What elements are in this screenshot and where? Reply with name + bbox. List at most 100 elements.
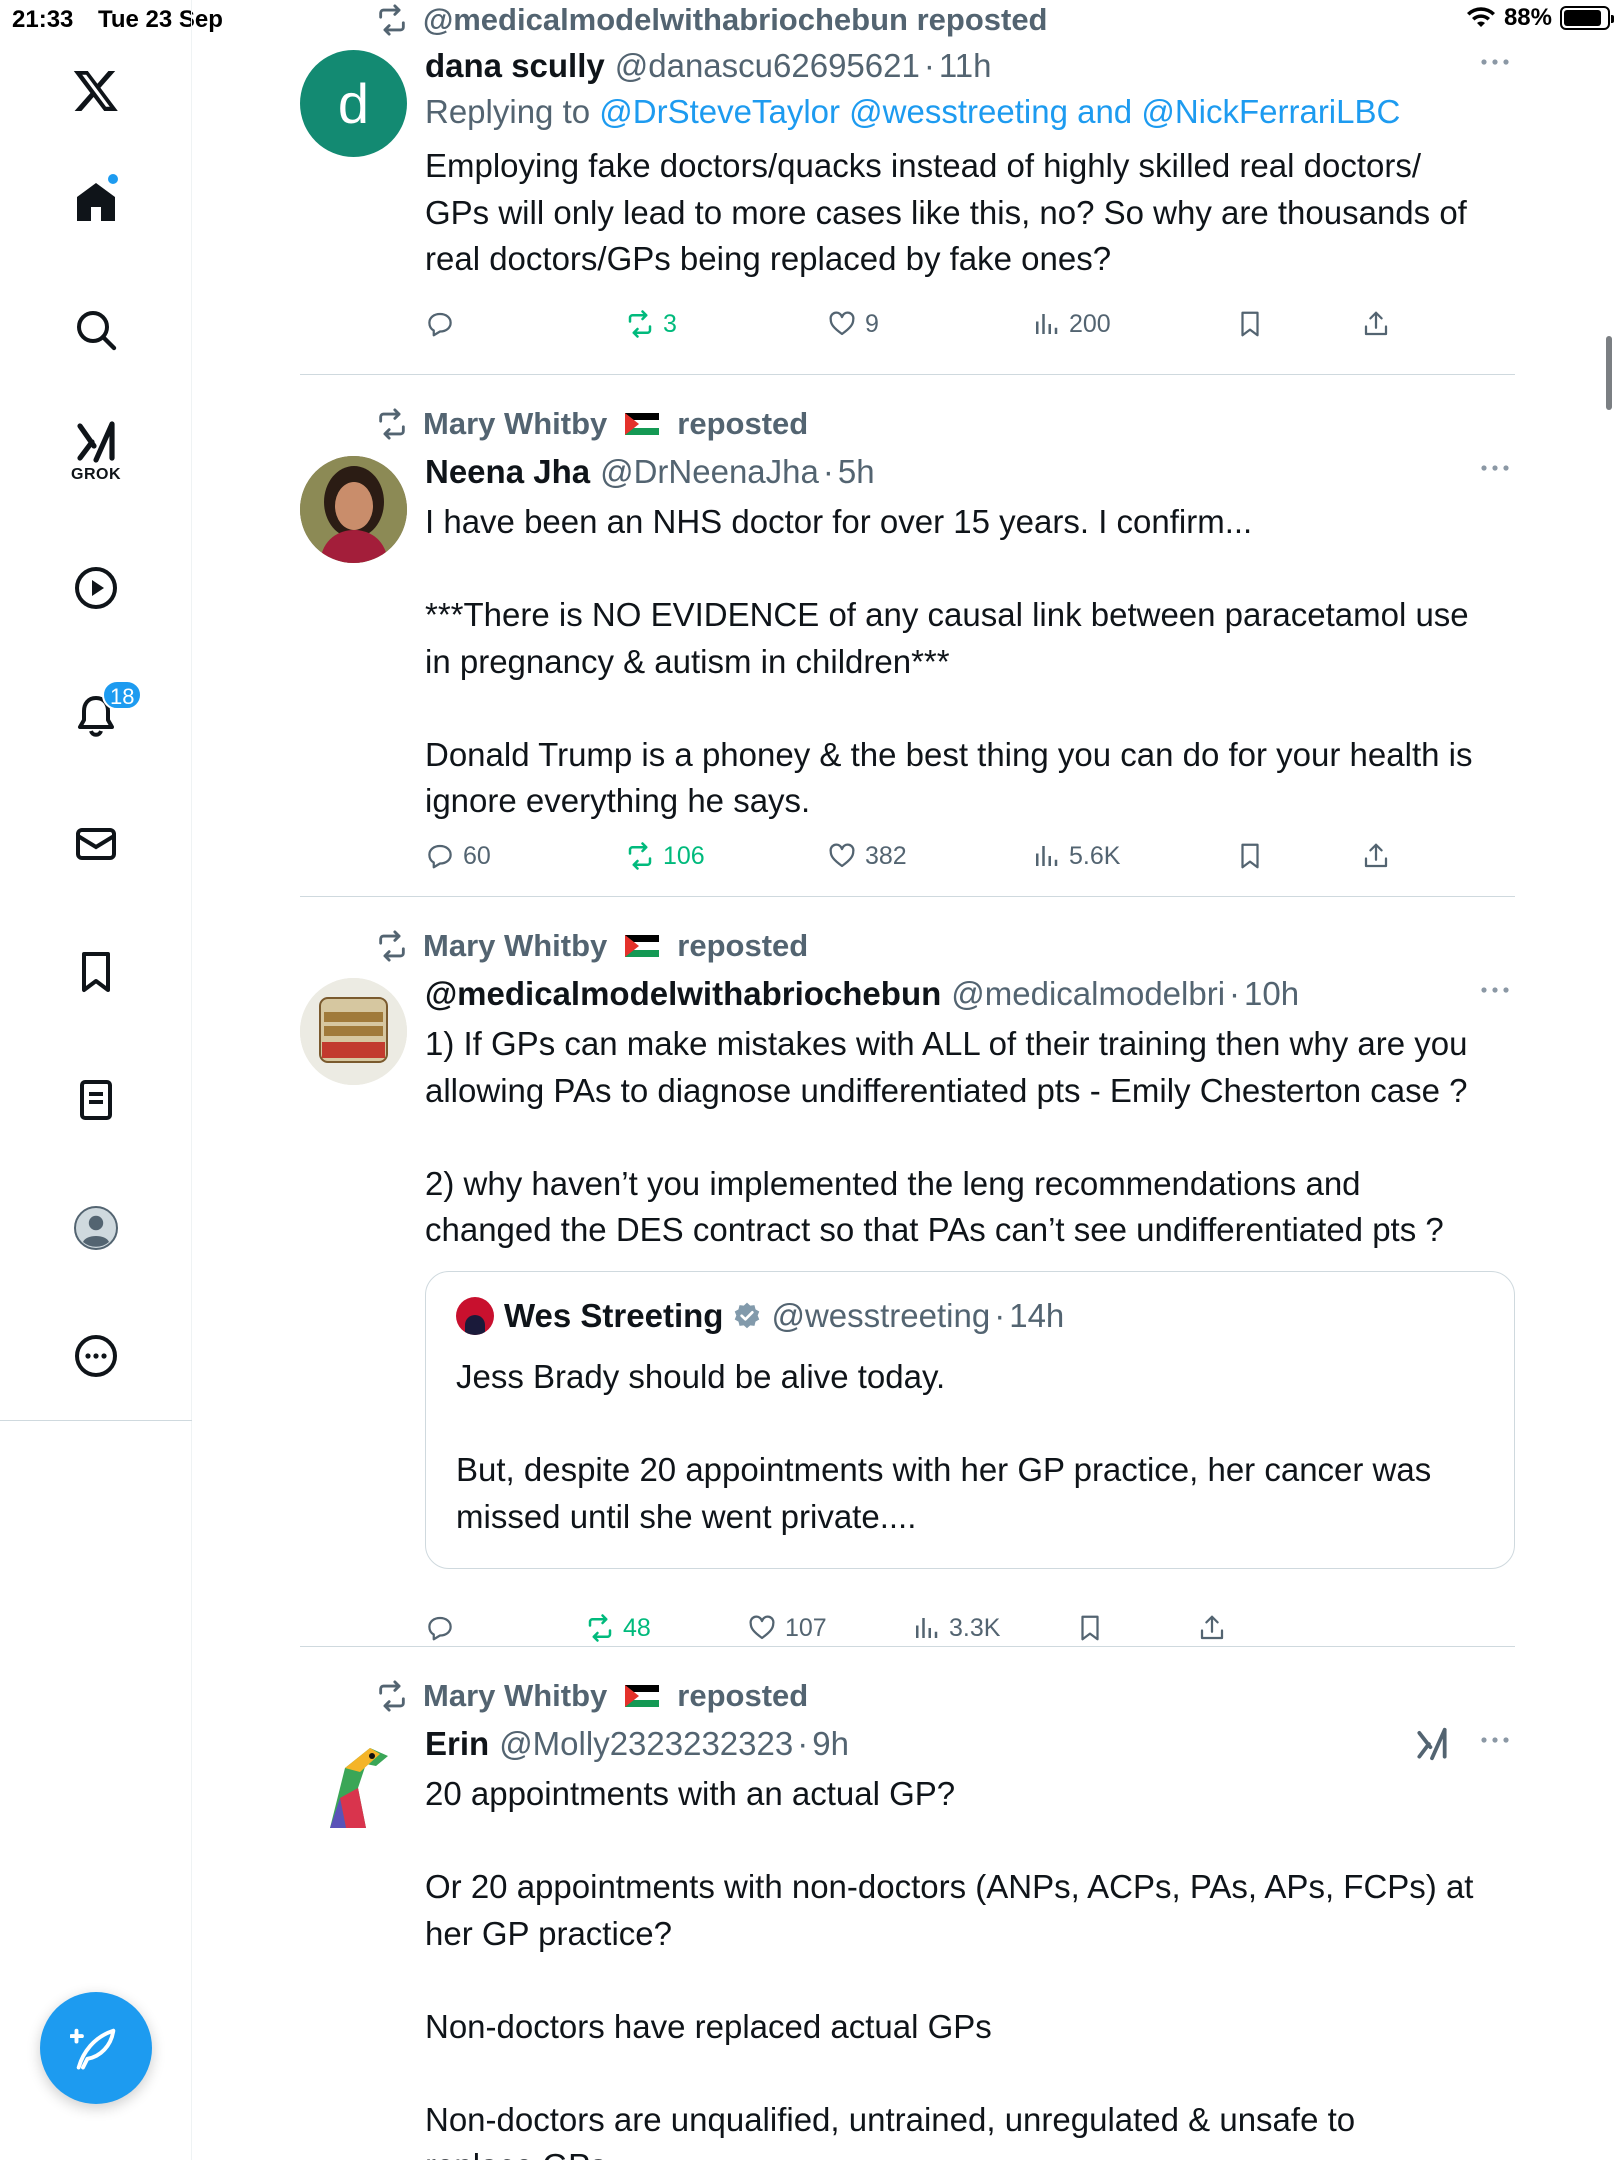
nav-messages[interactable] xyxy=(56,804,136,884)
quoted-author-handle[interactable]: @wesstreeting xyxy=(771,1297,990,1335)
timeline: @medicalmodelwithabriochebun reposted d … xyxy=(300,0,1515,2160)
repost-icon xyxy=(379,408,405,440)
more-circle-icon xyxy=(75,1335,117,1377)
gmc-badge-logo xyxy=(300,978,407,1085)
views-button[interactable]: 200 xyxy=(1031,302,1111,346)
compose-feather-icon xyxy=(70,2028,116,2070)
bookmark-button[interactable] xyxy=(1075,1606,1105,1650)
repost-icon xyxy=(628,842,652,870)
share-button[interactable] xyxy=(1361,834,1391,878)
verified-badge-icon xyxy=(735,1302,760,1329)
bookmark-icon xyxy=(1241,843,1259,869)
tweet-header: Neena Jha @DrNeenaJha · 5h xyxy=(425,449,1515,495)
like-button[interactable]: 107 xyxy=(747,1606,827,1650)
repost-count: 106 xyxy=(663,841,705,870)
nav-grok[interactable]: GROK xyxy=(56,410,136,490)
nav-search[interactable] xyxy=(56,290,136,370)
tweet-body: Erin @Molly2323232323 · 9h 20 appointmen… xyxy=(425,1721,1515,2160)
tweet-text: 1) If GPs can make mistakes with ALL of … xyxy=(425,1025,1468,1248)
nav-home[interactable] xyxy=(56,162,136,242)
repost-button[interactable]: 106 xyxy=(625,834,705,878)
repost-button[interactable]: 48 xyxy=(585,1606,651,1650)
author-handle[interactable]: @DrNeenaJha xyxy=(600,453,819,491)
bookmark-button[interactable] xyxy=(1235,302,1265,346)
heart-icon xyxy=(749,1615,775,1640)
author-name[interactable]: @medicalmodelwithabriochebun xyxy=(425,975,941,1013)
quoted-author-name[interactable]: Wes Streeting xyxy=(504,1297,723,1335)
tweet-time[interactable]: 5h xyxy=(838,453,875,491)
grok-explain-button[interactable] xyxy=(1413,1725,1451,1763)
more-options-button[interactable] xyxy=(1475,975,1515,1005)
tweet-time[interactable]: 11h xyxy=(939,47,992,85)
nav-more[interactable] xyxy=(56,1316,136,1396)
ellipsis-icon xyxy=(1481,465,1509,471)
reply-button[interactable] xyxy=(425,302,463,346)
views-button[interactable]: 3.3K xyxy=(911,1606,1000,1650)
author-handle[interactable]: @Molly2323232323 xyxy=(499,1725,793,1763)
compose-button[interactable] xyxy=(40,1992,152,2104)
repost-suffix: reposted xyxy=(677,1678,809,1713)
repost-by-name[interactable]: Mary Whitby xyxy=(423,928,607,964)
tweet-body: @medicalmodelwithabriochebun @medicalmod… xyxy=(425,971,1515,1254)
tweet-body: dana scully @danascu62695621 · 11h Reply… xyxy=(425,43,1515,283)
repost-context: Mary Whitby reposted xyxy=(375,1676,808,1716)
repost-by-name[interactable]: Mary Whitby xyxy=(423,406,607,442)
avatar[interactable] xyxy=(300,1728,407,1835)
share-button[interactable] xyxy=(1361,302,1391,346)
quoted-tweet[interactable]: Wes Streeting @wesstreeting · 14h Jess B… xyxy=(425,1271,1515,1569)
reply-button[interactable] xyxy=(425,1606,463,1650)
ellipsis-icon xyxy=(1481,1737,1509,1743)
grok-icon xyxy=(1417,1727,1447,1761)
mail-icon xyxy=(76,828,116,860)
tweet-time[interactable]: 9h xyxy=(812,1725,849,1763)
tweet-actions: 3 9 200 xyxy=(425,302,1425,346)
more-options-button[interactable] xyxy=(1475,453,1515,483)
ellipsis-icon xyxy=(1481,59,1509,65)
avatar[interactable] xyxy=(300,978,407,1085)
views-button[interactable]: 5.6K xyxy=(1031,834,1120,878)
tweet-time[interactable]: 10h xyxy=(1244,975,1299,1013)
nav-video[interactable] xyxy=(56,548,136,628)
view-count: 3.3K xyxy=(949,1613,1001,1642)
author-name[interactable]: Neena Jha xyxy=(425,453,590,491)
battery-fill xyxy=(1564,10,1601,26)
home-notification-dot xyxy=(106,172,120,186)
tweet-text: I have been an NHS doctor for over 15 ye… xyxy=(425,503,1473,819)
author-name[interactable]: Erin xyxy=(425,1725,489,1763)
palestine-flag-icon xyxy=(625,1685,660,1707)
bookmark-button[interactable] xyxy=(1235,834,1265,878)
quoted-avatar[interactable] xyxy=(456,1297,494,1335)
tweet-actions: 60 106 382 5.6K xyxy=(425,834,1425,878)
author-name[interactable]: dana scully xyxy=(425,47,605,85)
repost-by: @medicalmodelwithabriochebun reposted xyxy=(423,2,1048,37)
repost-button[interactable]: 3 xyxy=(625,302,677,346)
notification-badge: 18 xyxy=(102,680,143,710)
like-button[interactable]: 9 xyxy=(827,302,879,346)
avatar[interactable]: d xyxy=(300,50,407,157)
video-icon xyxy=(75,567,117,609)
nav-articles[interactable] xyxy=(56,1060,136,1140)
more-options-button[interactable] xyxy=(1475,1725,1515,1755)
author-handle[interactable]: @danascu62695621 xyxy=(615,47,920,85)
repost-by-name[interactable]: Mary Whitby xyxy=(423,1678,607,1714)
like-button[interactable]: 382 xyxy=(827,834,907,878)
nav-notifications[interactable]: 18 xyxy=(56,676,143,756)
share-button[interactable] xyxy=(1197,1606,1227,1650)
view-count: 5.6K xyxy=(1069,841,1121,870)
reply-icon xyxy=(428,312,452,337)
author-handle[interactable]: @medicalmodelbri xyxy=(951,975,1225,1013)
repost-icon xyxy=(379,4,405,36)
nav-profile[interactable] xyxy=(56,1188,136,1268)
quoted-tweet-time[interactable]: 14h xyxy=(1009,1297,1064,1335)
avatar[interactable] xyxy=(300,456,407,563)
meta-separator: · xyxy=(822,453,834,490)
nav-bookmarks[interactable] xyxy=(56,932,136,1012)
reply-count: 60 xyxy=(463,841,491,870)
scrollbar[interactable] xyxy=(1606,336,1612,410)
replying-to-users[interactable]: @DrSteveTaylor @wesstreeting and @NickFe… xyxy=(599,93,1400,130)
x-logo-icon[interactable] xyxy=(56,50,136,130)
reply-button[interactable]: 60 xyxy=(425,834,491,878)
repost-icon xyxy=(588,1614,612,1642)
quoted-tweet-text: Jess Brady should be alive today. But, d… xyxy=(456,1358,1432,1535)
more-options-button[interactable] xyxy=(1475,47,1515,77)
